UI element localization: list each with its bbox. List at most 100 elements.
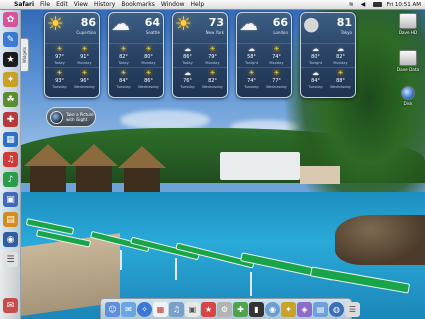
- menu-window[interactable]: Window: [161, 1, 185, 8]
- take-picture-line2: with iSight: [66, 117, 88, 122]
- forecast-day-label: Tuesday: [308, 85, 323, 89]
- chair-leg: [250, 272, 252, 296]
- forecast-day: ☀ 79° Monday: [200, 44, 225, 67]
- desktop-icon-dave-hd[interactable]: Dave HD: [394, 13, 422, 35]
- menu-bar: Safari File Edit View History Bookmarks …: [0, 0, 425, 10]
- battery-icon[interactable]: [372, 2, 382, 7]
- music-icon[interactable]: ♫: [3, 152, 18, 167]
- widget-icon[interactable]: ◈: [297, 301, 312, 317]
- imovie-icon[interactable]: ★: [201, 301, 216, 317]
- cloud-icon: ☁: [184, 69, 191, 77]
- menu-clock[interactable]: Fri 10:51 AM: [387, 2, 421, 8]
- forecast-row: ☁ 86° Today ☀ 79° Monday: [173, 43, 227, 67]
- forecast-high: 82°: [119, 54, 128, 60]
- hut-roof: [24, 144, 72, 166]
- forecast-day: ☀ 86° Wednesday: [136, 68, 161, 91]
- weather-current: ☁ 64 Seattle: [109, 13, 163, 43]
- weather-city: New York: [205, 30, 224, 35]
- globe-icon[interactable]: ◉: [3, 232, 18, 247]
- film-icon[interactable]: ▣: [3, 192, 18, 207]
- mail-icon[interactable]: ✉: [121, 301, 136, 317]
- folder-icon[interactable]: ▤: [313, 301, 328, 317]
- sun-icon: ☀: [248, 69, 255, 77]
- desktop-icon-dave-data[interactable]: Dave Data: [394, 50, 422, 72]
- forecast-high: 84°: [311, 78, 320, 84]
- itunes-icon[interactable]: ♫: [169, 301, 184, 317]
- compass-icon[interactable]: ✎: [3, 32, 18, 47]
- wifi-icon[interactable]: ≋: [349, 1, 356, 8]
- chair-leg: [120, 250, 122, 270]
- chat-icon[interactable]: ◉: [265, 301, 280, 317]
- forecast-day-label: Monday: [333, 61, 348, 65]
- globe-icon[interactable]: ◍: [329, 301, 344, 317]
- forecast-row: ☀ 82° Today ☀ 80° Monday: [109, 43, 163, 67]
- sun-icon: ☀: [56, 45, 63, 53]
- sun-icon: ☀: [145, 69, 152, 77]
- disk-icon: [401, 86, 415, 100]
- hut-base: [124, 168, 160, 192]
- menu-edit[interactable]: Edit: [56, 1, 68, 8]
- trash-icon[interactable]: ✉: [3, 298, 18, 313]
- folder-icon[interactable]: ✚: [3, 112, 18, 127]
- forecast-high: 97°: [55, 54, 64, 60]
- star-icon[interactable]: ★: [3, 52, 18, 67]
- hut-base: [76, 166, 112, 192]
- forecast-day: ☀ 82° Wednesday: [200, 68, 225, 91]
- cloud-icon: ☁: [337, 45, 344, 53]
- forecast-day-label: Wednesday: [138, 85, 159, 89]
- menu-view[interactable]: View: [74, 1, 88, 8]
- safari-icon[interactable]: ✧: [137, 301, 152, 317]
- desktop-icon-label: Dave HD: [398, 30, 418, 35]
- menu-history[interactable]: History: [94, 1, 115, 8]
- widgets-tab[interactable]: Widgets: [21, 38, 29, 72]
- menu-bookmarks[interactable]: Bookmarks: [121, 1, 155, 8]
- forecast-day: ☀ 91° Monday: [72, 44, 97, 67]
- note-icon[interactable]: ☘: [3, 92, 18, 107]
- forecast-day: ☀ 93° Tuesday: [47, 68, 72, 91]
- weather-temperature: 81: [336, 16, 352, 29]
- weather-current: ☁ 66 London: [237, 13, 291, 43]
- calendar-icon[interactable]: ▦: [3, 132, 18, 147]
- weather-city: Tokyo: [340, 30, 352, 35]
- iphoto-icon[interactable]: ▣: [185, 301, 200, 317]
- weather-widget[interactable]: ☁ 66 London ☁ 58° Tonight ☀ 74° Monday ☀ 74° Tuesda…: [236, 12, 292, 98]
- forecast-day: ☀ 74° Tuesday: [239, 68, 264, 91]
- desktop-icon-label: Dave Data: [396, 67, 420, 72]
- documents-icon[interactable]: ☰: [345, 301, 360, 317]
- weather-widget[interactable]: ☀ 73 New York ☁ 86° Today ☀ 79° Monday ☁ 76° Tuesda…: [172, 12, 228, 98]
- take-picture-widget[interactable]: Take a Picture with iSight: [46, 107, 96, 127]
- book-icon[interactable]: ▤: [3, 212, 18, 227]
- weather-widget[interactable]: ☁ 64 Seattle ☀ 82° Today ☀ 80° Monday ☀ 84° Tuesday…: [108, 12, 164, 98]
- menu-file[interactable]: File: [40, 1, 50, 8]
- terminal-icon[interactable]: ▮: [249, 301, 264, 317]
- menu-help[interactable]: Help: [191, 1, 205, 8]
- cloud-icon: ☁: [312, 69, 319, 77]
- sun-icon: ☀: [273, 69, 280, 77]
- weather-current: ☀ 86 Cupertino: [45, 13, 99, 43]
- weather-city: London: [273, 30, 288, 35]
- volume-icon[interactable]: ◀: [361, 1, 368, 8]
- photo-icon[interactable]: ♪: [3, 172, 18, 187]
- mail-icon[interactable]: ✦: [3, 72, 18, 87]
- forecast-day-label: Wednesday: [202, 85, 223, 89]
- ical-icon[interactable]: ▦: [153, 301, 168, 317]
- finder-icon[interactable]: ✿: [3, 12, 18, 27]
- desktop-icon-disk[interactable]: Disk: [394, 86, 422, 106]
- forecast-day-label: Today: [182, 61, 193, 65]
- weather-temperature: 64: [144, 16, 160, 29]
- weather-widget[interactable]: ☀ 86 Cupertino ☀ 97° Today ☀ 91° Monday ☀ 93° Tuesd…: [44, 12, 100, 98]
- forecast-day-label: Wednesday: [330, 85, 351, 89]
- appstore-icon[interactable]: ✚: [233, 301, 248, 317]
- forecast-row: ☀ 97° Today ☀ 91° Monday: [45, 43, 99, 67]
- preferences-icon[interactable]: ⚙: [217, 301, 232, 317]
- weather-current: ☀ 73 New York: [173, 13, 227, 43]
- maps-icon[interactable]: ✦: [281, 301, 296, 317]
- forecast-high: 80°: [144, 54, 153, 60]
- finder-icon[interactable]: ☺: [105, 301, 120, 317]
- sun-icon: ☀: [145, 45, 152, 53]
- documents-icon[interactable]: ☰: [3, 252, 18, 267]
- cloud-shape: [120, 110, 210, 130]
- weather-widget[interactable]: ● 81 Tokyo ☁ 80° Tonight ☁ 82° Monday ☁ 84° Tuesday…: [300, 12, 356, 98]
- menu-app-name[interactable]: Safari: [14, 1, 34, 8]
- weather-current: ● 81 Tokyo: [301, 13, 355, 43]
